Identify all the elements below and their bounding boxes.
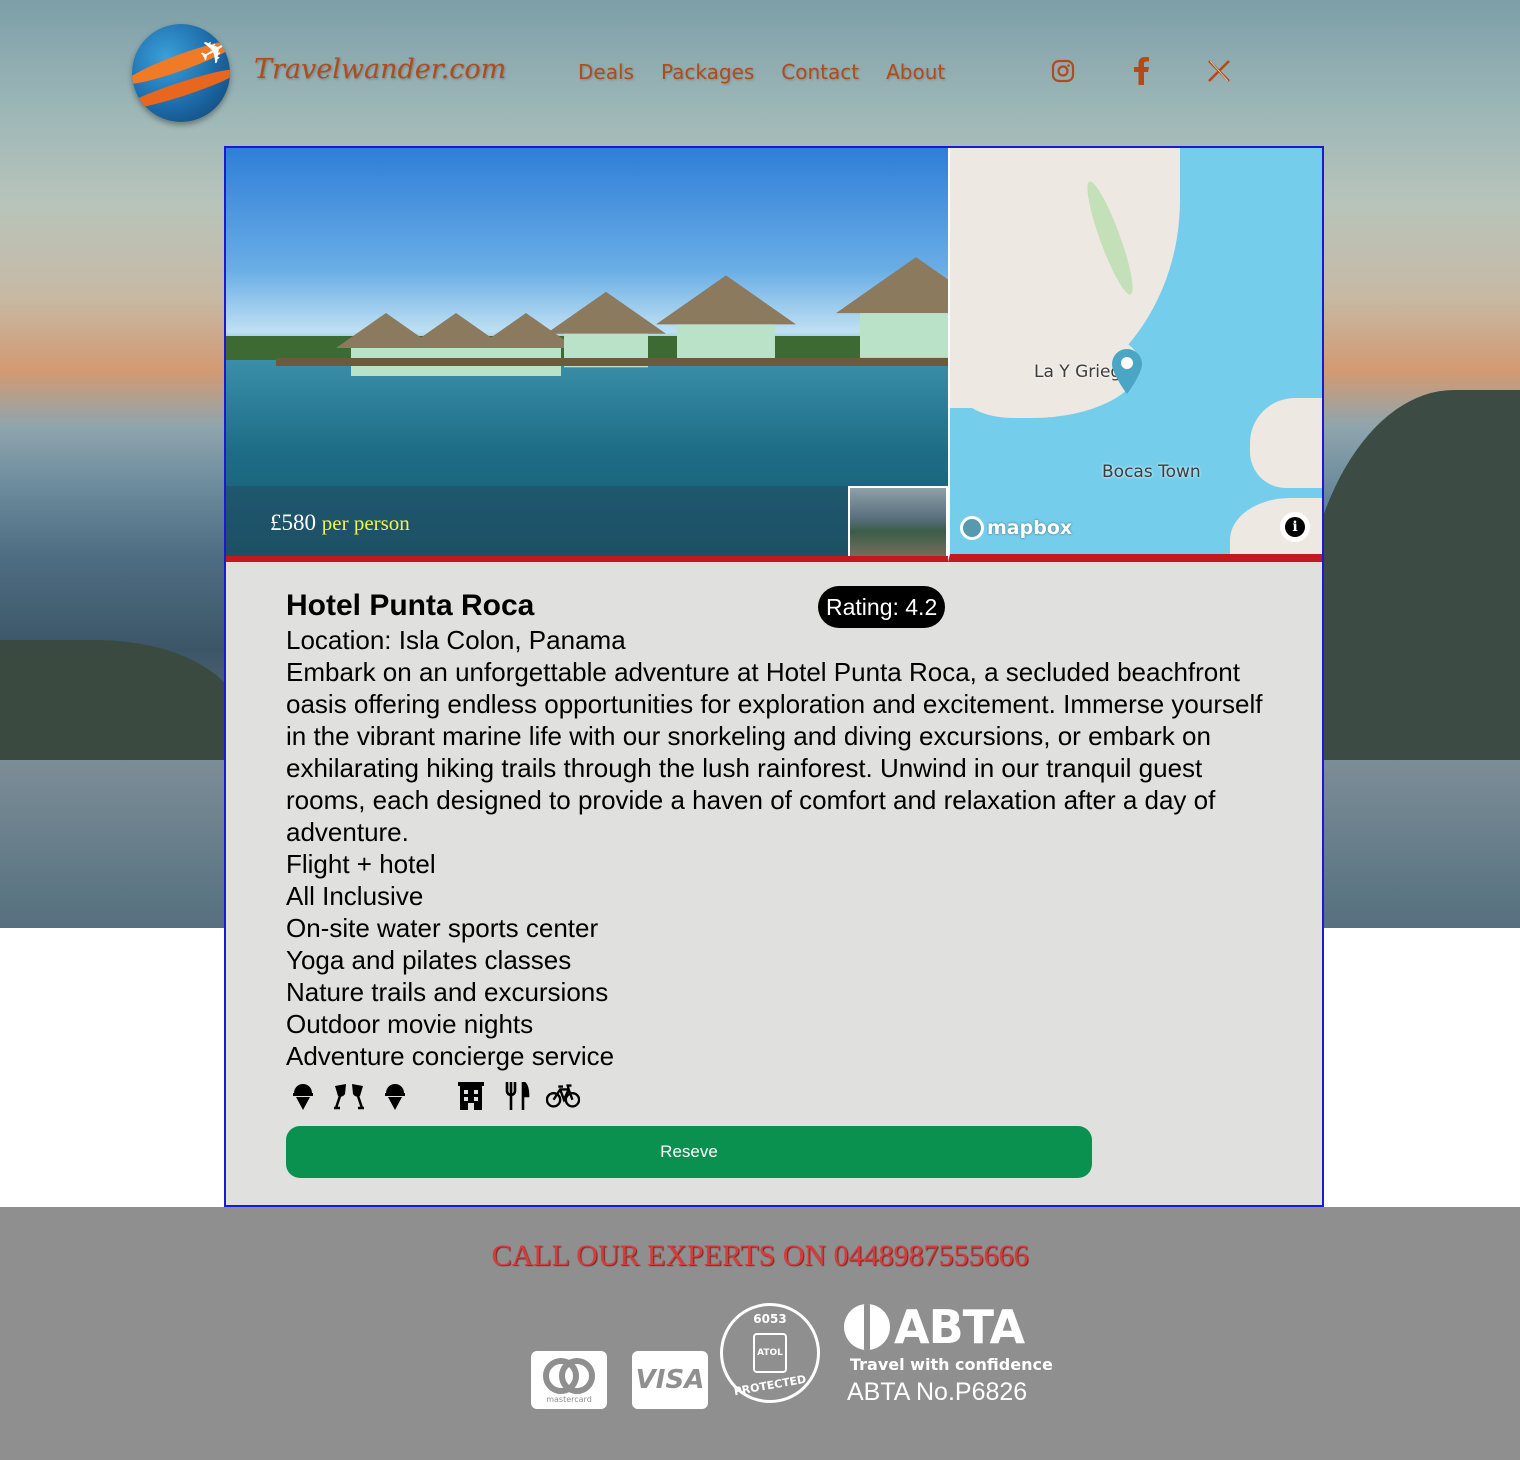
atol-number: 6053 bbox=[753, 1312, 787, 1326]
feature-item: All Inclusive bbox=[286, 881, 424, 911]
site-footer: CALL OUR EXPERTS ON 0448987555666 master… bbox=[0, 1207, 1520, 1460]
hotel-building-icon bbox=[454, 1081, 488, 1111]
instagram-icon[interactable] bbox=[1050, 56, 1076, 86]
abta-badge: ABTA Travel with confidence ABTA No.P682… bbox=[844, 1303, 1053, 1407]
bicycle-icon bbox=[546, 1081, 580, 1111]
hotel-location: Location: Isla Colon, Panama bbox=[286, 625, 626, 655]
rating-badge: Rating: 4.2 bbox=[818, 586, 946, 628]
x-icon[interactable] bbox=[1206, 56, 1232, 86]
hotel-details: Hotel Punta Roca Rating: 4.2 Location: I… bbox=[286, 586, 1286, 1112]
mastercard-logo: mastercard bbox=[531, 1351, 607, 1409]
reserve-button[interactable]: Reseve bbox=[286, 1126, 1092, 1178]
mapbox-logo[interactable]: mapbox bbox=[960, 516, 1072, 540]
abta-brand: ABTA bbox=[894, 1300, 1025, 1354]
site-header: ✈ Travelwander.com Deals Packages Contac… bbox=[0, 0, 1520, 145]
feature-item: Adventure concierge service bbox=[286, 1041, 615, 1071]
logo-globe-icon[interactable]: ✈ bbox=[132, 24, 230, 122]
info-icon: i bbox=[1285, 517, 1305, 537]
media-row: £580 per person La Y Griega Bocas Town m… bbox=[226, 148, 1322, 562]
brand-name[interactable]: Travelwander.com bbox=[254, 54, 506, 85]
restaurant-icon bbox=[500, 1081, 534, 1111]
feature-item: On-site water sports center bbox=[286, 913, 599, 943]
price: £580 per person bbox=[270, 510, 410, 536]
atol-brand: ATOL bbox=[753, 1333, 787, 1373]
location-map[interactable]: La Y Griega Bocas Town mapbox i bbox=[948, 148, 1322, 562]
nav-contact[interactable]: Contact bbox=[781, 60, 859, 84]
nav-deals[interactable]: Deals bbox=[578, 60, 634, 84]
map-info-button[interactable]: i bbox=[1280, 512, 1310, 542]
map-label-bocas-town: Bocas Town bbox=[1102, 462, 1201, 482]
cocktails-icon bbox=[332, 1081, 366, 1111]
hotel-card: £580 per person La Y Griega Bocas Town m… bbox=[224, 146, 1324, 1207]
photo-thumbnail[interactable] bbox=[848, 486, 948, 556]
abta-globe-icon bbox=[844, 1304, 890, 1350]
call-experts-text[interactable]: CALL OUR EXPERTS ON 0448987555666 bbox=[0, 1239, 1520, 1273]
amenity-icons bbox=[286, 1080, 1286, 1112]
hotel-description: Embark on an unforgettable adventure at … bbox=[286, 657, 1263, 847]
mapbox-label: mapbox bbox=[987, 517, 1073, 539]
ice-cream-icon bbox=[378, 1081, 412, 1111]
visa-label: VISA bbox=[635, 1365, 705, 1395]
mastercard-label: mastercard bbox=[546, 1395, 592, 1404]
facebook-icon[interactable] bbox=[1128, 56, 1154, 86]
hill-left bbox=[0, 640, 240, 770]
abta-tagline: Travel with confidence bbox=[850, 1355, 1053, 1374]
feature-item: Outdoor movie nights bbox=[286, 1009, 534, 1039]
nav-packages[interactable]: Packages bbox=[661, 60, 754, 84]
feature-item: Nature trails and excursions bbox=[286, 977, 609, 1007]
price-amount: £580 bbox=[270, 510, 316, 535]
map-pin-icon[interactable] bbox=[1110, 348, 1144, 394]
atol-protected-badge: 6053 ATOL PROTECTED bbox=[720, 1303, 820, 1403]
feature-item: Flight + hotel bbox=[286, 849, 436, 879]
nav-about[interactable]: About bbox=[886, 60, 945, 84]
hill-right bbox=[1300, 390, 1520, 770]
feature-item: Yoga and pilates classes bbox=[286, 945, 572, 975]
social-links bbox=[1050, 56, 1232, 86]
main-nav: Deals Packages Contact About bbox=[578, 60, 945, 84]
price-unit: per person bbox=[321, 511, 410, 535]
abta-number: ABTA No.P6826 bbox=[847, 1378, 1028, 1406]
hotel-name: Hotel Punta Roca bbox=[286, 589, 535, 622]
ice-cream-icon bbox=[286, 1081, 320, 1111]
visa-logo: VISA bbox=[632, 1351, 708, 1409]
mapbox-logo-icon bbox=[960, 516, 984, 540]
atol-protected-label: PROTECTED bbox=[732, 1372, 808, 1399]
hotel-photo[interactable]: £580 per person bbox=[226, 148, 948, 562]
